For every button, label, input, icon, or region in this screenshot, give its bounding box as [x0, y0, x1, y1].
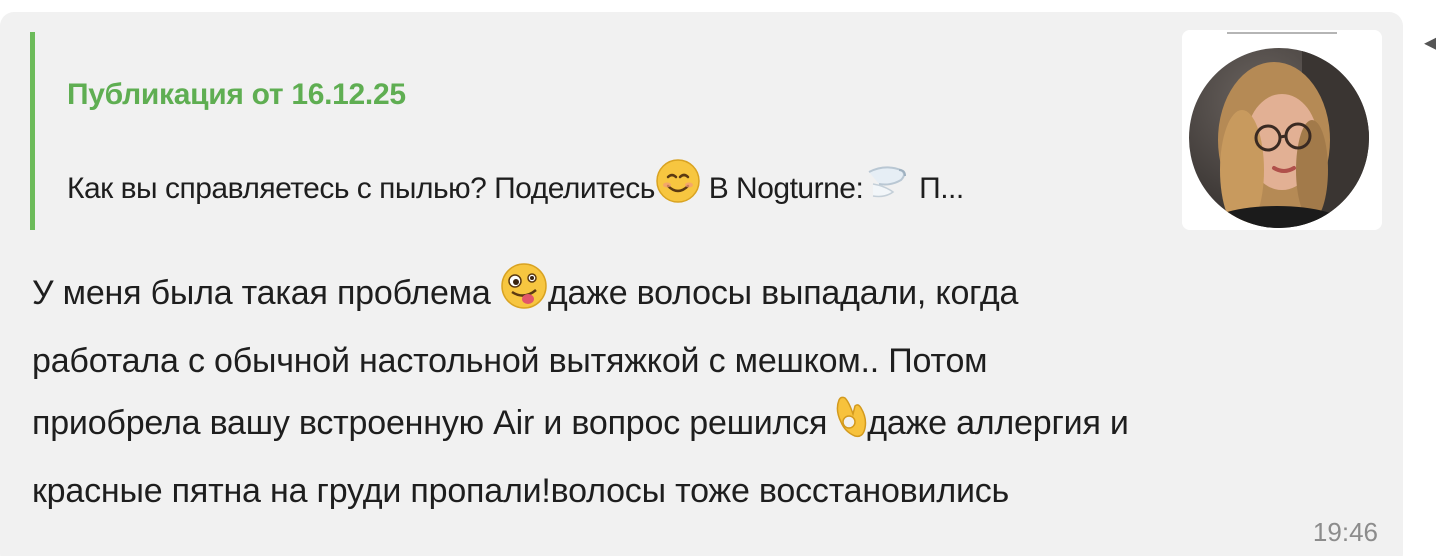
message-line-1-text-b: даже волосы выпадали, когда [547, 274, 1019, 312]
message-line-3-text-b: даже аллергия и [867, 404, 1129, 442]
message-line-1: У меня была такая проблема даже волосы в… [32, 262, 1372, 330]
smiling-face-icon [655, 158, 701, 212]
profile-photo [1182, 30, 1382, 230]
message-line-3-text-a: приобрела вашу встроенную Air и вопрос р… [32, 404, 828, 442]
message-line-4: красные пятна на груди пропали!волосы то… [32, 472, 1010, 510]
reply-snippet-text-2: В Nogturne: [700, 172, 864, 205]
chevron-left-icon[interactable]: ◀ [1424, 28, 1436, 56]
wind-icon [863, 158, 911, 212]
reply-snippet-text-1: Как вы справляетесь с пылью? Поделитесь [67, 172, 655, 205]
zany-face-icon [500, 262, 548, 330]
message-line-2: работала с обычной настольной вытяжкой с… [32, 342, 988, 380]
ok-hand-icon [827, 392, 867, 460]
reply-title: Публикация от 16.12.25 [67, 78, 406, 111]
reply-snippet-text-3: П... [911, 172, 964, 205]
message-text: У меня была такая проблема даже волосы в… [32, 262, 1372, 522]
reply-snippet: Как вы справляетесь с пылью? Поделитесь … [67, 158, 964, 212]
message-line-1-text-a: У меня была такая проблема [32, 274, 500, 312]
reply-preview[interactable]: Публикация от 16.12.25 Как вы справляете… [30, 32, 1175, 230]
message-time: 19:46 [1312, 517, 1378, 547]
message-line-3: приобрела вашу встроенную Air и вопрос р… [32, 392, 1372, 460]
post-thumbnail[interactable] [1182, 30, 1382, 230]
chat-view: Публикация от 16.12.25 Как вы справляете… [0, 0, 1436, 556]
